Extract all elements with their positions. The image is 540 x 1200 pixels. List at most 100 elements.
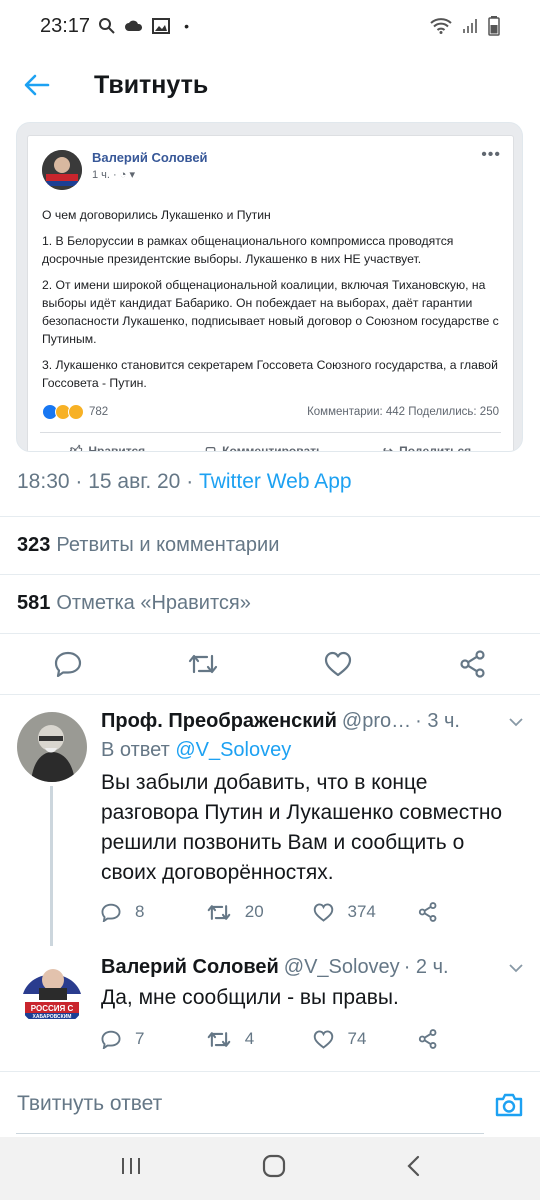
home-icon <box>262 1154 286 1178</box>
recent-apps-button[interactable] <box>120 1156 142 1181</box>
retweet-icon <box>207 1031 231 1047</box>
share-button[interactable] <box>405 650 540 678</box>
fb-actions: 👍︎ Нравится ▢ Комментировать ↪ Поделиться <box>40 432 501 452</box>
avatar[interactable]: РОССИЯ С ХАБАРОВСКИМ <box>17 958 87 1028</box>
reply-actions: 7 4 74 <box>101 1029 524 1049</box>
like-button[interactable]: 374 <box>313 902 419 922</box>
retweets-count: 323 <box>17 534 51 556</box>
reply-button[interactable]: 7 <box>101 1029 207 1049</box>
likes-label: Отметка «Нравится» <box>56 592 251 614</box>
reply-time: · 2 ч. <box>403 956 449 978</box>
camera-icon <box>495 1093 523 1116</box>
dot-icon: • <box>184 18 189 34</box>
reply-text: Да, мне сообщили - вы правы. <box>101 986 399 1009</box>
share-icon <box>419 1029 437 1049</box>
fb-paragraph: 1. В Белоруссии в рамках общенационально… <box>42 234 454 266</box>
author-name[interactable]: Проф. Преображенский <box>101 710 337 733</box>
reply-count: 8 <box>135 902 145 921</box>
status-bar: 23:17 • <box>0 0 540 52</box>
like-button[interactable] <box>270 651 405 677</box>
like-icon <box>313 903 333 922</box>
wifi-icon <box>430 18 452 34</box>
fb-avatar <box>42 150 82 190</box>
retweet-button[interactable]: 4 <box>207 1029 313 1049</box>
fb-like-action: 👍︎ Нравится <box>70 443 145 451</box>
system-back-button[interactable] <box>406 1155 420 1182</box>
like-icon <box>324 651 351 677</box>
retweet-icon <box>188 654 217 674</box>
retweet-count: 4 <box>244 1029 255 1048</box>
more-dots-icon: ••• <box>481 146 501 163</box>
page-title: Твитнуть <box>94 70 209 99</box>
likes-stat[interactable]: 581 Отметка «Нравится» <box>0 574 540 632</box>
reply-text: Вы забыли добавить, что в конце разговор… <box>101 771 503 884</box>
like-button[interactable]: 74 <box>313 1029 419 1049</box>
fb-paragraph: 2. От имени широкой общенациональной коа… <box>42 278 499 346</box>
retweets-stat[interactable]: 323 Ретвиты и комментарии <box>0 516 540 574</box>
back-button[interactable] <box>0 52 74 118</box>
search-status-icon <box>99 18 115 34</box>
retweet-icon <box>207 904 231 920</box>
author-name[interactable]: Валерий Соловей <box>101 956 279 979</box>
like-count: 374 <box>347 902 376 921</box>
like-icon <box>313 1030 333 1049</box>
retweets-label: Ретвиты и комментарии <box>56 534 280 556</box>
signal-icon <box>463 19 477 33</box>
source-app-link[interactable]: Twitter Web App <box>199 470 352 493</box>
thread-line <box>50 786 53 946</box>
reply-button[interactable] <box>0 651 135 677</box>
reply-count: 7 <box>135 1029 145 1048</box>
home-button[interactable] <box>262 1154 286 1183</box>
in-reply-to: В ответ @V_Solovey <box>101 739 292 761</box>
fb-paragraph: 3. Лукашенко становится секретарем Госсо… <box>42 358 498 390</box>
cloud-icon <box>125 20 143 31</box>
reply-time: · 3 ч. <box>415 710 460 732</box>
app-header: Твитнуть <box>0 52 540 118</box>
status-time: 23:17 <box>40 14 91 37</box>
chevron-down-icon[interactable] <box>498 710 524 733</box>
reply-header: Валерий Соловей @V_Solovey · 2 ч. <box>101 956 524 979</box>
likes-count: 581 <box>17 592 51 614</box>
author-handle[interactable]: @pro… <box>342 710 411 733</box>
share-icon <box>419 902 437 922</box>
share-button[interactable] <box>418 902 524 922</box>
fb-reaction-count: 782 <box>89 406 109 418</box>
fb-reactions: 782 Комментарии: 442 Поделились: 250 <box>28 404 513 420</box>
like-count: 74 <box>347 1029 367 1048</box>
globe-icon: ◔ ▾ <box>119 169 135 181</box>
reply-composer: Твитнуть ответ <box>0 1071 540 1137</box>
retweet-button[interactable] <box>135 652 270 676</box>
avatar[interactable] <box>17 712 87 782</box>
fb-post-header: Валерий Соловей 1 ч. · ◔ ▾ ••• <box>28 136 513 190</box>
fb-post-card: Валерий Соловей 1 ч. · ◔ ▾ ••• О чем дог… <box>27 135 514 452</box>
fb-stats: Комментарии: 442 Поделились: 250 <box>307 406 499 418</box>
reply-tweet[interactable]: Проф. Преображенский @pro… · 3 ч. В отве… <box>0 696 540 946</box>
tweet-actions <box>0 633 540 695</box>
fb-author-name: Валерий Соловей <box>92 150 208 165</box>
battery-icon <box>488 16 500 36</box>
fb-paragraph: О чем договорились Лукашенко и Путин <box>42 208 271 222</box>
system-nav-bar <box>0 1137 540 1200</box>
mention-link[interactable]: @V_Solovey <box>175 739 291 761</box>
fb-post-text: О чем договорились Лукашенко и Путин 1. … <box>28 206 513 392</box>
reply-header: Проф. Преображенский @pro… · 3 ч. <box>101 710 524 733</box>
share-arrow-icon: ↪ <box>383 443 394 452</box>
share-button[interactable] <box>418 1029 524 1049</box>
camera-button[interactable] <box>494 1092 524 1118</box>
reply-button[interactable]: 8 <box>101 902 207 922</box>
fb-post-meta: 1 ч. · ◔ ▾ <box>92 169 135 181</box>
author-handle[interactable]: @V_Solovey <box>284 956 400 979</box>
back-arrow-icon <box>24 74 50 96</box>
avatar-logo-text: РОССИЯ С <box>31 1004 74 1013</box>
fb-comment-action: ▢ Комментировать <box>205 443 324 452</box>
reply-tweet[interactable]: РОССИЯ С ХАБАРОВСКИМ Валерий Соловей @V_S… <box>0 946 540 1066</box>
retweet-count: 20 <box>244 902 264 921</box>
tweet-media[interactable]: Валерий Соловей 1 ч. · ◔ ▾ ••• О чем дог… <box>16 122 523 452</box>
chevron-down-icon[interactable] <box>498 956 524 979</box>
retweet-button[interactable]: 20 <box>207 902 313 922</box>
reply-actions: 8 20 374 <box>101 902 524 922</box>
fb-share-action: ↪ Поделиться <box>383 443 471 452</box>
reply-icon <box>101 1030 121 1049</box>
reply-input[interactable]: Твитнуть ответ <box>16 1076 484 1134</box>
haha-reaction-icon <box>68 404 84 420</box>
